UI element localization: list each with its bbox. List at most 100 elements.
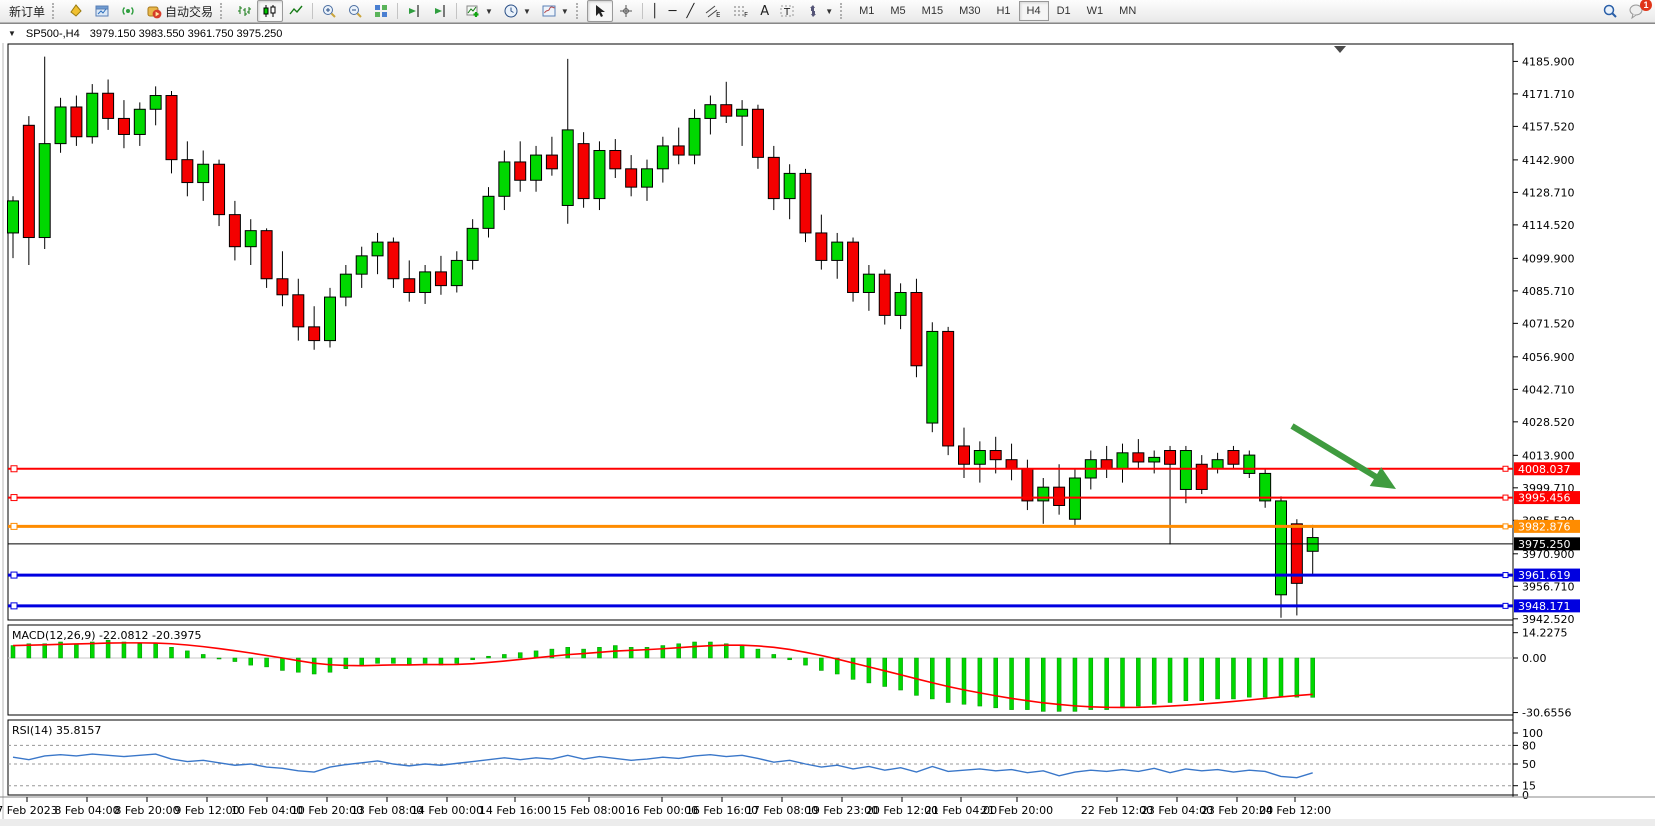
candle [673,146,684,155]
templates-button[interactable]: ▼ [536,0,574,22]
macd-panel[interactable] [8,625,1513,715]
time-axis[interactable]: 7 Feb 20238 Feb 04:008 Feb 20:009 Feb 12… [0,797,1655,817]
arrows-icon [805,3,821,19]
rsi-label: RSI(14) 35.8157 [12,724,101,737]
tile-windows-button[interactable] [368,0,394,22]
line-handle[interactable] [11,495,17,501]
crosshair-button[interactable] [613,0,639,22]
auto-scroll-button[interactable] [401,0,427,22]
dropdown-caret-icon: ▼ [523,7,531,16]
candle [1006,460,1017,469]
candle [340,274,351,297]
timeframe-W1[interactable]: W1 [1079,1,1112,21]
chart-svg[interactable]: 4185.9004171.7104157.5204142.9004128.710… [0,43,1655,826]
price-tick-label: 4185.900 [1522,55,1575,68]
arrows-button[interactable]: ▼ [800,0,838,22]
line-handle[interactable] [1503,603,1508,608]
indicators-button[interactable]: ▼ [460,0,498,22]
horizontal-line-button[interactable]: ─ [664,0,682,22]
equidistant-channel-button[interactable]: E [699,0,727,22]
price-tick-label: 4114.520 [1522,219,1575,232]
price-tick-label: 3942.520 [1522,613,1575,626]
candle [87,93,98,137]
candle [1307,538,1318,552]
candle [118,118,129,134]
toolbar-separator [456,3,457,19]
periods-button[interactable]: ▼ [498,0,536,22]
rsi-tick-label: 0 [1522,789,1529,802]
zoom-out-button[interactable] [342,0,368,22]
candle [578,144,589,199]
time-tick-label: 14 Feb 00:00 [411,804,483,817]
candlestick-chart-button[interactable] [257,0,283,22]
line-handle[interactable] [1503,495,1508,500]
text-button[interactable]: A [755,0,774,22]
price-line-label: 3961.619 [1518,569,1571,582]
timeframe-D1[interactable]: D1 [1049,1,1079,21]
macd-tick-label: 0.00 [1522,652,1547,665]
timeframe-H1[interactable]: H1 [988,1,1018,21]
candle [689,118,700,155]
new-chart-button[interactable] [63,0,89,22]
text-label-button[interactable]: T [774,0,800,22]
rsi-panel[interactable] [8,720,1513,795]
line-handle[interactable] [11,572,17,578]
candle [1133,453,1144,462]
line-handle[interactable] [11,523,17,529]
collapse-icon[interactable]: ▼ [8,29,16,38]
symbol-period-label: SP500-,H4 [26,28,80,40]
vertical-line-button[interactable]: │ [646,0,664,22]
timeframe-M30[interactable]: M30 [951,1,988,21]
candle [71,107,82,137]
candle [610,150,621,168]
candle [388,242,399,279]
price-tick-label: 4128.710 [1522,186,1575,199]
autotrading-button[interactable]: 自动交易 [141,0,218,22]
signals-button[interactable] [115,0,141,22]
macd-label: MACD(12,26,9) -22.0812 -20.3975 [12,629,201,642]
candle [309,327,320,341]
timeframe-M5[interactable]: M5 [882,1,913,21]
candle [166,96,177,160]
timeframe-M15[interactable]: M15 [914,1,951,21]
fibonacci-button[interactable]: F [727,0,755,22]
timeframe-M1[interactable]: M1 [851,1,882,21]
time-tick-label: 8 Feb 20:00 [114,804,179,817]
notifications-button[interactable]: 1 [1623,0,1651,22]
candle [1038,487,1049,501]
signals-icon [120,3,136,19]
toolbar-grip [220,3,227,19]
auto-scroll-icon [406,3,422,19]
trendline-button[interactable]: ╱ [681,0,699,22]
cursor-button[interactable] [587,0,613,22]
price-tick-label: 4028.520 [1522,416,1575,429]
bars-chart-button[interactable] [231,0,257,22]
price-line-label: 3975.250 [1518,538,1571,551]
line-handle[interactable] [1503,524,1508,529]
candle [293,295,304,327]
dropdown-caret-icon: ▼ [561,7,569,16]
chart-canvas[interactable]: 4185.9004171.7104157.5204142.9004128.710… [0,43,1655,826]
chart-shift-button[interactable] [427,0,453,22]
candle [626,169,637,187]
line-handle[interactable] [1503,573,1508,578]
line-handle[interactable] [11,466,17,472]
candle [483,196,494,228]
line-handle[interactable] [1503,466,1508,471]
time-tick-label: 15 Feb 08:00 [553,804,625,817]
candle [1022,469,1033,501]
market-watch-button[interactable] [89,0,115,22]
timeframe-MN[interactable]: MN [1111,1,1144,21]
line-chart-button[interactable] [283,0,309,22]
price-tick-label: 4085.710 [1522,285,1575,298]
line-handle[interactable] [11,603,17,609]
timeframe-H4[interactable]: H4 [1019,1,1049,21]
candle [816,233,827,260]
zoom-in-button[interactable] [316,0,342,22]
new-order-button[interactable]: 新订单 [4,0,50,22]
candle [515,162,526,180]
candle [752,109,763,157]
time-tick-label: 14 Feb 16:00 [479,804,551,817]
search-button[interactable] [1597,0,1623,22]
candle [594,150,605,198]
